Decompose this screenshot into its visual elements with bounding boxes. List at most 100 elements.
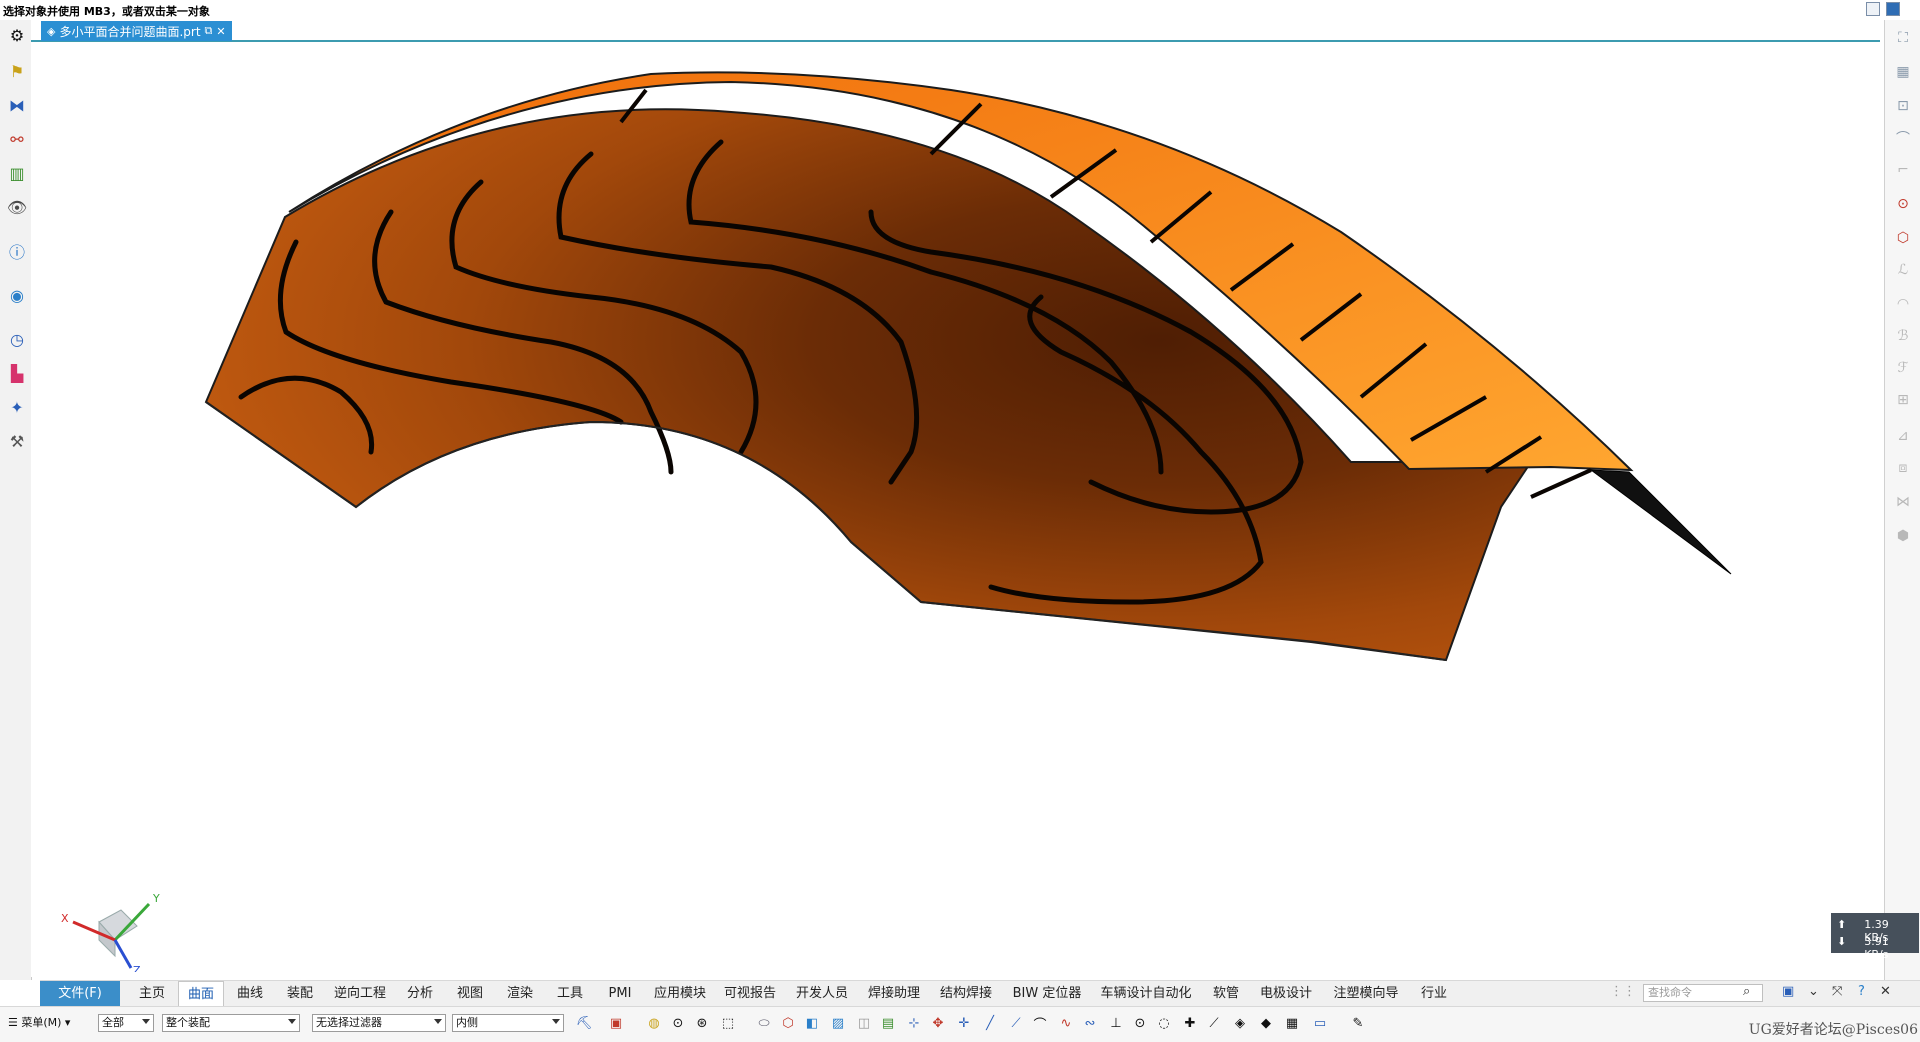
view-orient-icon[interactable]: ⛶ — [1891, 26, 1915, 50]
tab-analysis[interactable]: 分析 — [398, 981, 442, 1006]
tab-view[interactable]: 视图 — [448, 981, 492, 1006]
close-icon[interactable]: ✕ — [1880, 984, 1891, 999]
tab-industry[interactable]: 行业 — [1412, 981, 1456, 1006]
window-icon[interactable]: ▣ — [1782, 984, 1794, 999]
tab-assembly[interactable]: 装配 — [278, 981, 322, 1006]
lasso-icon[interactable]: ⬚ — [720, 1015, 736, 1031]
tab-structure-welding[interactable]: 结构焊接 — [934, 981, 998, 1006]
mesh-point-icon[interactable]: ▦ — [1284, 1015, 1300, 1031]
solid-filter-icon[interactable]: ⬡ — [780, 1015, 796, 1031]
maximize-window-icon[interactable] — [1886, 2, 1900, 16]
quadrant-icon[interactable]: ◌ — [1156, 1015, 1172, 1031]
tab-hose[interactable]: 软管 — [1204, 981, 1248, 1006]
circle-center-icon[interactable]: ⊙ — [1132, 1015, 1148, 1031]
trim-icon[interactable]: ⊿ — [1891, 424, 1915, 448]
tab-developer[interactable]: 开发人员 — [790, 981, 854, 1006]
tab-vehicle-design-automation[interactable]: 车辆设计自动化 — [1094, 981, 1198, 1006]
filter-select[interactable]: 无选择过滤器 — [312, 1014, 446, 1032]
tab-tools[interactable]: 工具 — [548, 981, 592, 1006]
curve-icon[interactable]: ⌒ — [1891, 126, 1915, 150]
display-icon[interactable]: ▭ — [1312, 1015, 1328, 1031]
grip-handle-icon[interactable]: ⋮⋮ — [1610, 984, 1636, 999]
select-all-icon[interactable]: ⊙ — [670, 1015, 686, 1031]
snap-icon[interactable]: ⊡ — [1891, 94, 1915, 118]
history-icon[interactable]: ◷ — [6, 328, 28, 350]
box-icon[interactable]: ⬢ — [1891, 524, 1915, 548]
file-menu-tab[interactable]: 文件(F) — [40, 981, 120, 1006]
tab-reverse-engineering[interactable]: 逆向工程 — [328, 981, 392, 1006]
tab-curve[interactable]: 曲线 — [228, 981, 272, 1006]
tab-visual-reporting[interactable]: 可视报告 — [718, 981, 782, 1006]
tab-biw-locator[interactable]: BIW 定位器 — [1006, 981, 1088, 1006]
info-icon[interactable]: ⓘ — [6, 240, 28, 262]
assembly-navigator-icon[interactable]: ⧓ — [6, 94, 28, 116]
settings-icon[interactable]: ⚙ — [6, 24, 28, 46]
edit-icon[interactable]: ✎ — [1350, 1015, 1366, 1031]
tools-icon[interactable]: ⚒ — [6, 430, 28, 452]
snap-mid-icon[interactable]: ✛ — [956, 1015, 972, 1031]
selection-scope-select[interactable]: 整个装配 — [162, 1014, 300, 1032]
select-box-icon[interactable]: ▣ — [608, 1015, 624, 1031]
select-color-icon[interactable]: ◍ — [646, 1015, 662, 1031]
arc-icon[interactable]: ⌒ — [1032, 1015, 1048, 1033]
tab-pmi[interactable]: PMI — [598, 981, 642, 1006]
feature-filter-icon[interactable]: ▤ — [880, 1015, 896, 1031]
grid-icon[interactable]: ⋈ — [1891, 490, 1915, 514]
role-icon[interactable]: ✦ — [6, 396, 28, 418]
tab-home[interactable]: 主页 — [130, 981, 174, 1006]
document-tab[interactable]: ◈ 多小平面合并问题曲面.prt ⧉ ✕ — [41, 21, 232, 41]
bounded-icon[interactable]: ◆ — [1258, 1015, 1274, 1031]
mesh-icon[interactable]: ℬ — [1891, 324, 1915, 348]
tab-electrode-design[interactable]: 电极设计 — [1254, 981, 1318, 1006]
body-filter-icon[interactable]: ⬭ — [756, 1015, 772, 1031]
inside-select[interactable]: 内侧 — [452, 1014, 564, 1032]
chevron-down-icon[interactable]: ⌄ — [1808, 984, 1819, 999]
tab-mold-wizard[interactable]: 注塑模向导 — [1326, 981, 1406, 1006]
spline-2-icon[interactable]: ∾ — [1082, 1015, 1098, 1031]
visibility-icon[interactable]: 👁 — [6, 196, 28, 218]
part-navigator-icon[interactable]: ⚑ — [6, 60, 28, 82]
line-2-icon[interactable]: ⟋ — [1008, 1015, 1024, 1031]
palette-icon[interactable]: ▙ — [6, 362, 28, 384]
sheet-filter-icon[interactable]: ▨ — [830, 1015, 846, 1031]
shaded-icon[interactable]: ▦ — [1891, 60, 1915, 84]
snap-end-icon[interactable]: ✥ — [930, 1015, 946, 1031]
tab-surface[interactable]: 曲面 — [178, 981, 224, 1007]
menu-button[interactable]: ☰ 菜单(M) ▾ — [8, 1014, 70, 1030]
select-mode-icon[interactable]: ⛏ — [576, 1015, 593, 1031]
type-filter-select[interactable]: 全部 — [98, 1014, 154, 1032]
curve-trim-icon[interactable]: ⌐ — [1891, 158, 1915, 182]
perpendicular-icon[interactable]: ⊥ — [1108, 1015, 1124, 1031]
spline-icon[interactable]: ∿ — [1058, 1015, 1074, 1031]
restore-window-icon[interactable] — [1866, 2, 1880, 16]
tab-applications[interactable]: 应用模块 — [648, 981, 712, 1006]
cube-filter-icon[interactable]: ◫ — [856, 1015, 872, 1031]
search-icon[interactable]: ⌕ — [1743, 984, 1750, 999]
sweep-icon[interactable]: ℒ — [1891, 258, 1915, 282]
add-icon[interactable]: ⊞ — [1891, 388, 1915, 412]
graphics-viewport[interactable]: Y X Z — [31, 42, 1880, 977]
face-filter-icon[interactable]: ◧ — [804, 1015, 820, 1031]
tab-weld-assistant[interactable]: 焊接助理 — [862, 981, 926, 1006]
line-icon[interactable]: ╱ — [982, 1015, 998, 1031]
surface-icon[interactable]: ◠ — [1891, 292, 1915, 316]
curved-surface-model[interactable] — [31, 42, 1880, 977]
web-browser-icon[interactable]: ◉ — [6, 284, 28, 306]
face-point-icon[interactable]: ◈ — [1232, 1015, 1248, 1031]
point-icon[interactable]: ⊙ — [1891, 192, 1915, 216]
deselect-icon[interactable]: ⊛ — [694, 1015, 710, 1031]
reuse-library-icon[interactable]: ▥ — [6, 162, 28, 184]
tab-render[interactable]: 渲染 — [498, 981, 542, 1006]
tangent-icon[interactable]: ⟋ — [1206, 1015, 1222, 1031]
cross-icon[interactable]: ✚ — [1182, 1015, 1198, 1031]
modify-icon[interactable]: ℱ — [1891, 356, 1915, 380]
constraint-navigator-icon[interactable]: ⚯ — [6, 128, 28, 150]
snap-point-icon[interactable]: ⊹ — [906, 1015, 922, 1031]
hex-icon[interactable]: ⬡ — [1891, 226, 1915, 250]
view-triad[interactable]: Y X Z — [59, 882, 169, 972]
pin-icon[interactable]: ⧉ — [205, 24, 213, 38]
expand-icon[interactable]: ⤧ — [1832, 984, 1842, 999]
section-icon[interactable]: ⧈ — [1891, 456, 1915, 480]
close-tab-icon[interactable]: ✕ — [216, 25, 225, 38]
help-icon[interactable]: ? — [1858, 984, 1865, 999]
